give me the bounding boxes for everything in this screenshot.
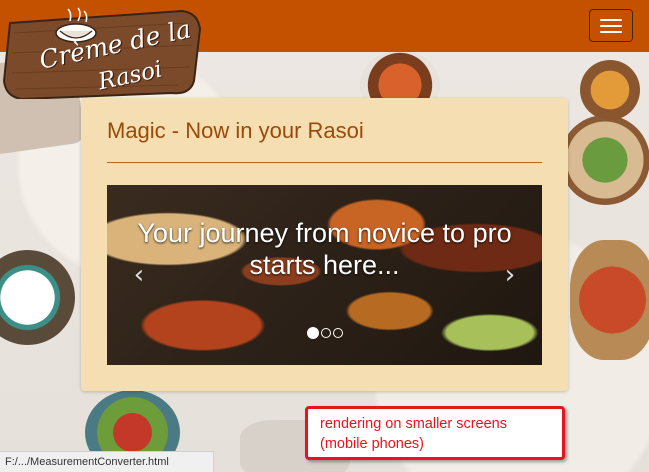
carousel-indicator-dot[interactable]: [306, 327, 319, 339]
carousel-indicator-dot[interactable]: [332, 328, 343, 338]
carousel-caption: Your journey from novice to pro starts h…: [137, 218, 512, 280]
browser-status-bar: F:/.../MeasurementConverter.html: [0, 451, 214, 472]
chevron-right-icon[interactable]: ›: [500, 261, 520, 289]
food-plate: [570, 240, 649, 360]
food-bowl: [580, 60, 640, 120]
card-title: Magic - Now in your Rasoi: [107, 118, 364, 143]
food-bowl: [0, 250, 75, 345]
hamburger-menu-icon: [600, 30, 622, 33]
brand-logo[interactable]: Crème de la Rasoi: [2, 3, 202, 101]
navbar-toggle-button[interactable]: [589, 9, 633, 42]
annotation-callout: rendering on smaller screens (mobile pho…: [305, 406, 565, 460]
hamburger-menu-icon: [600, 18, 622, 21]
carousel-indicator-dot[interactable]: [320, 328, 331, 338]
main-card: Magic - Now in your Rasoi Your journey f…: [81, 98, 568, 391]
carousel-indicators: [107, 327, 542, 339]
chevron-left-icon[interactable]: ‹: [129, 261, 149, 289]
food-bowl: [560, 115, 649, 205]
image-carousel: Your journey from novice to pro starts h…: [107, 185, 542, 365]
card-divider: [107, 162, 542, 163]
hamburger-menu-icon: [600, 24, 622, 27]
